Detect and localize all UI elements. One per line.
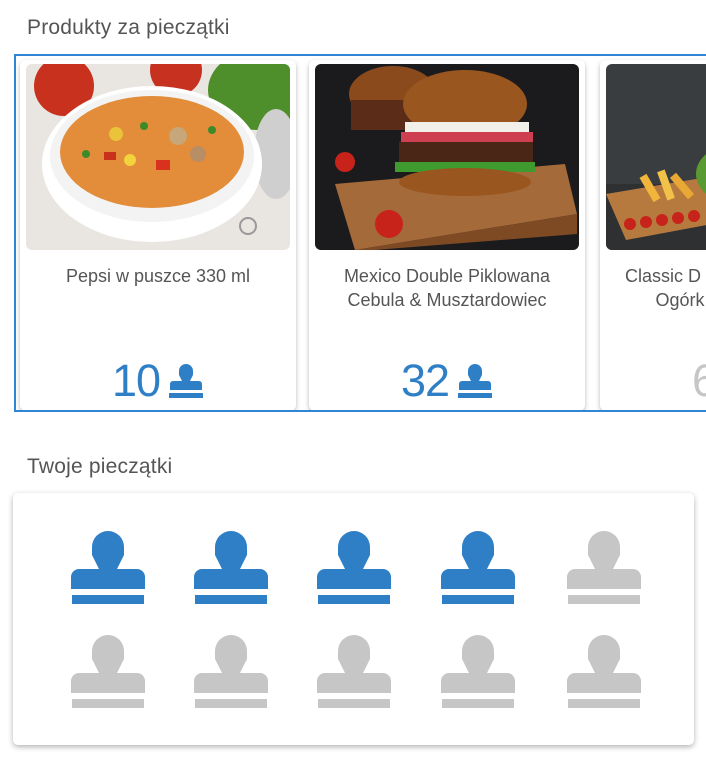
stamps-section-title: Twoje pieczątki (27, 455, 173, 478)
stamp-empty (565, 529, 643, 609)
stamp-collected (69, 529, 147, 609)
stamp-icon (457, 362, 493, 400)
product-points: 10 (20, 352, 296, 410)
product-image-burger (315, 64, 579, 250)
product-points: 32 (309, 352, 585, 410)
product-image-burger-fries (606, 64, 706, 250)
product-card[interactable]: Classic D Ogórk 6 (600, 60, 706, 410)
product-card[interactable]: Pepsi w puszce 330 ml 10 (20, 60, 296, 410)
product-image-soup (26, 64, 290, 250)
product-points-value: 32 (400, 355, 450, 406)
stamp-collected (315, 529, 393, 609)
product-card[interactable]: Mexico Double Piklowana Cebula & Musztar… (309, 60, 585, 410)
stamp-empty (565, 633, 643, 713)
product-name-line: Classic D (624, 266, 701, 286)
stamp-empty (69, 633, 147, 713)
product-points-value: 6 (692, 355, 706, 407)
product-name: Mexico Double Piklowana Cebula & Musztar… (343, 266, 551, 310)
stamp-empty (315, 633, 393, 713)
products-section-title: Produkty za pieczątki (27, 16, 230, 39)
products-carousel[interactable]: Pepsi w puszce 330 ml 10 Mexico Double P… (14, 54, 706, 412)
product-name-line: Ogórk (655, 290, 705, 310)
stamp-collected (192, 529, 270, 609)
stamp-icon (168, 362, 204, 400)
product-name: Classic D Ogórk (608, 264, 706, 312)
stamp-empty (192, 633, 270, 713)
product-name: Pepsi w puszce 330 ml (65, 266, 251, 286)
stamp-collected (439, 529, 517, 609)
stamp-empty (439, 633, 517, 713)
product-points-value: 10 (111, 355, 161, 406)
product-points: 6 (600, 352, 706, 410)
stamps-panel (13, 493, 694, 745)
